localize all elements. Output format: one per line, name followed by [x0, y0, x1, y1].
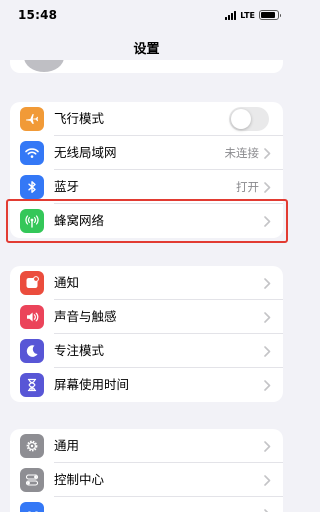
toggle-knob — [231, 109, 251, 129]
chevron-right-icon — [264, 441, 271, 452]
control-center-label: 控制中心 — [54, 472, 105, 487]
sounds-haptics-row[interactable]: 声音与触感 — [10, 300, 283, 334]
airplane-mode-label: 飞行模式 — [54, 111, 105, 126]
switches-icon — [20, 468, 44, 492]
apple-id-card[interactable] — [10, 60, 283, 73]
avatar — [24, 60, 64, 72]
cellular-label: 蜂窝网络 — [54, 213, 105, 228]
bluetooth-icon — [20, 175, 44, 199]
moon-icon — [20, 339, 44, 363]
airplane-mode-row[interactable]: 飞行模式 — [10, 102, 283, 136]
general-group: 通用 控制中心 AA — [10, 429, 283, 512]
general-row[interactable]: 通用 — [10, 429, 283, 463]
wifi-icon — [20, 141, 44, 165]
page-title: 设置 — [133, 42, 160, 57]
wifi-label: 无线局域网 — [54, 145, 117, 160]
airplane-icon — [20, 107, 44, 131]
bluetooth-label: 蓝牙 — [54, 179, 80, 194]
battery-icon — [259, 10, 281, 20]
chevron-right-icon — [264, 278, 271, 289]
cellular-antenna-icon — [20, 209, 44, 233]
speaker-icon — [20, 305, 44, 329]
cellular-signal-icon — [225, 10, 237, 20]
bluetooth-row[interactable]: 蓝牙 打开 — [10, 170, 283, 204]
screen-time-row[interactable]: 屏幕使用时间 — [10, 368, 283, 402]
notifications-group: 通知 声音与触感 专注模式 屏幕使用时间 — [10, 266, 283, 402]
chevron-right-icon — [264, 312, 271, 323]
gear-icon — [20, 434, 44, 458]
chevron-right-icon — [264, 148, 271, 159]
bell-icon — [20, 271, 44, 295]
cellular-row[interactable]: 蜂窝网络 — [10, 204, 283, 238]
notifications-row[interactable]: 通知 — [10, 266, 283, 300]
wifi-row[interactable]: 无线局域网 未连接 — [10, 136, 283, 170]
connectivity-group: 飞行模式 无线局域网 未连接 蓝牙 打开 蜂窝网络 — [10, 102, 283, 238]
sounds-haptics-label: 声音与触感 — [54, 309, 117, 324]
chevron-right-icon — [264, 346, 271, 357]
airplane-mode-toggle[interactable] — [229, 107, 269, 131]
hourglass-icon — [20, 373, 44, 397]
screen-time-label: 屏幕使用时间 — [54, 377, 130, 392]
chevron-right-icon — [264, 380, 271, 391]
control-center-row[interactable]: 控制中心 — [10, 463, 283, 497]
bluetooth-status-value: 打开 — [236, 180, 259, 194]
general-label: 通用 — [54, 438, 80, 453]
chevron-right-icon — [264, 216, 271, 227]
display-brightness-row[interactable]: AA — [10, 497, 283, 512]
wifi-status-value: 未连接 — [224, 146, 260, 160]
chevron-right-icon — [264, 475, 271, 486]
chevron-right-icon — [264, 182, 271, 193]
focus-label: 专注模式 — [54, 343, 105, 358]
status-time: 15:48 — [18, 8, 58, 22]
notifications-label: 通知 — [54, 275, 80, 290]
focus-row[interactable]: 专注模式 — [10, 334, 283, 368]
status-bar: 15:48 LTE — [0, 0, 293, 30]
network-type-label: LTE — [240, 10, 255, 20]
display-icon: AA — [20, 502, 44, 512]
status-indicators: LTE — [225, 10, 281, 20]
